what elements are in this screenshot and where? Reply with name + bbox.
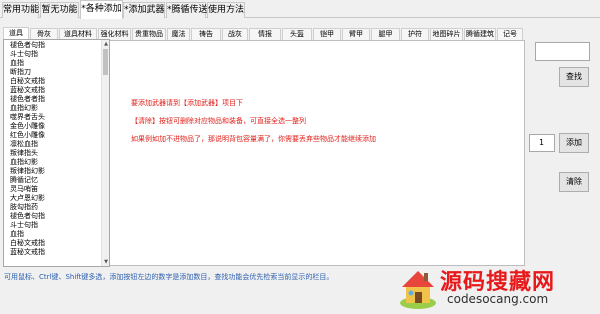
tab-valuables[interactable]: 贵重物品 (132, 28, 166, 40)
tab-gauntlets[interactable]: 臂甲 (342, 28, 370, 40)
list-item[interactable]: 斗士句指 (10, 50, 38, 58)
list-item[interactable]: 红色小雕像 (10, 131, 45, 139)
tab-talismans[interactable]: 护符 (401, 28, 429, 40)
list-item[interactable]: 灵马哨笛 (10, 185, 38, 193)
tab-teleport[interactable]: *腾循传送 (166, 2, 208, 18)
tab-grace-buildings[interactable]: 腾循建筑 (464, 28, 496, 40)
list-item[interactable]: 凛松血指 (10, 140, 38, 148)
list-item[interactable]: 蓝秘文戒指 (10, 86, 45, 94)
list-item[interactable]: 断指刀 (10, 68, 31, 76)
list-item[interactable]: 腾循记忆 (10, 176, 38, 184)
search-button[interactable]: 查找 (559, 67, 589, 87)
tab-none[interactable]: 暂无功能 (40, 2, 79, 18)
list-item[interactable]: 白秘文戒指 (10, 77, 45, 85)
list-item[interactable]: 大卢恩幻影 (10, 194, 45, 202)
instruction-clear: 【清除】按钮可删除对应物品和装备，可直接全选一整列 (131, 117, 306, 125)
tab-add-various[interactable]: *各种添加 (80, 0, 123, 19)
list-item[interactable]: 褪色者句指 (10, 41, 45, 49)
scroll-up-arrow-icon[interactable]: ▲ (102, 40, 109, 48)
tab-helm[interactable]: 头盔 (282, 28, 312, 40)
tab-ashes-of-war[interactable]: 战灰 (222, 28, 248, 40)
list-item[interactable]: 斗士句指 (10, 221, 38, 229)
status-hint: 可用鼠标、Ctrl键、Shift键多选，添加按钮左边的数字是添加数目，查找功能会… (4, 273, 334, 281)
clear-button[interactable]: 清除 (559, 172, 589, 192)
list-item[interactable]: 褪色者者指 (10, 95, 45, 103)
tab-armor[interactable]: 铠甲 (313, 28, 341, 40)
list-item[interactable]: 血指幻影 (10, 158, 38, 166)
tab-map-fragments[interactable]: 地图碎片 (430, 28, 463, 40)
scroll-thumb[interactable] (103, 49, 108, 75)
tab-add-weapon[interactable]: *添加武器 (123, 2, 165, 18)
tab-incantations[interactable]: 祷告 (191, 28, 221, 40)
tab-greaves[interactable]: 腿甲 (371, 28, 400, 40)
instruction-weapon: 要添加武器请到【添加武器】项目下 (131, 99, 243, 107)
item-list[interactable]: 褪色者句指 斗士句指 血指 断指刀 白秘文戒指 蓝秘文戒指 褪色者者指 血指幻影… (3, 39, 110, 267)
list-item[interactable]: 血指幻影 (10, 104, 38, 112)
list-item[interactable]: 噬界者舌头 (10, 113, 45, 121)
list-item[interactable]: 褪色者句指 (10, 212, 45, 220)
list-scrollbar[interactable]: ▲ ▼ (101, 40, 109, 266)
tab-sorcery[interactable]: 魔法 (167, 28, 190, 40)
list-item[interactable]: 叛律指幻影 (10, 167, 45, 175)
search-input[interactable] (535, 42, 590, 61)
add-button[interactable]: 添加 (559, 133, 589, 153)
list-item[interactable]: 白秘文戒指 (10, 239, 45, 247)
quantity-input[interactable]: 1 (529, 134, 555, 152)
list-item[interactable]: 金色小雕像 (10, 122, 45, 130)
house-logo-icon (400, 271, 436, 309)
list-item[interactable]: 叛律指头 (10, 149, 38, 157)
main-tab-bar: 常用功能 暂无功能 *各种添加 *添加武器 *腾循传送 使用方法 (0, 0, 600, 19)
instruction-capacity: 如果例如加不进物品了，那说明背包容量满了，你需要丢弃些物品才能继续添加 (131, 135, 376, 143)
tab-marks[interactable]: 记号 (497, 28, 523, 40)
watermark-url: codesocang.com (447, 292, 549, 306)
tab-common[interactable]: 常用功能 (2, 2, 39, 18)
list-item[interactable]: 血指 (10, 230, 24, 238)
list-item[interactable]: 肢勾指药 (10, 203, 38, 211)
tab-usage[interactable]: 使用方法 (207, 2, 245, 18)
scroll-down-arrow-icon[interactable]: ▼ (102, 258, 109, 266)
tab-info[interactable]: 情报 (249, 28, 281, 40)
list-item[interactable]: 血指 (10, 59, 24, 67)
list-item[interactable]: 蓝秘文戒指 (10, 248, 45, 256)
